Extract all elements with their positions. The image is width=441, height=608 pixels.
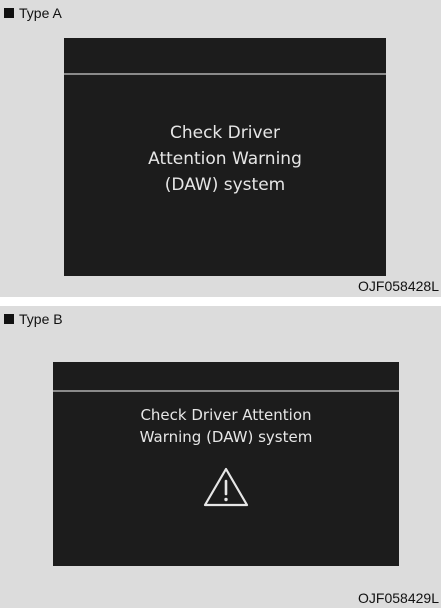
square-bullet-icon — [4, 8, 14, 18]
warning-triangle-icon — [203, 467, 249, 507]
type-b-figure-code: OJF058429L — [358, 590, 439, 606]
type-a-panel: Type A Check Driver Attention Warning (D… — [0, 0, 441, 297]
display-divider-line — [64, 73, 386, 75]
type-b-label: Type B — [19, 311, 63, 327]
type-b-warning-message: Check Driver Attention Warning (DAW) sys… — [139, 406, 313, 446]
type-b-heading: Type B — [4, 311, 63, 327]
type-a-label: Type A — [19, 5, 62, 21]
type-a-cluster-display: Check Driver Attention Warning (DAW) sys… — [64, 38, 386, 276]
type-b-cluster-display: Check Driver Attention Warning (DAW) sys… — [53, 362, 399, 566]
square-bullet-icon — [4, 314, 14, 324]
type-b-panel: Type B Check Driver Attention Warning (D… — [0, 306, 441, 608]
display-divider-line — [53, 390, 399, 392]
type-a-heading: Type A — [4, 5, 62, 21]
type-a-figure-code: OJF058428L — [358, 278, 439, 294]
type-a-warning-message: Check Driver Attention Warning (DAW) sys… — [148, 123, 302, 195]
